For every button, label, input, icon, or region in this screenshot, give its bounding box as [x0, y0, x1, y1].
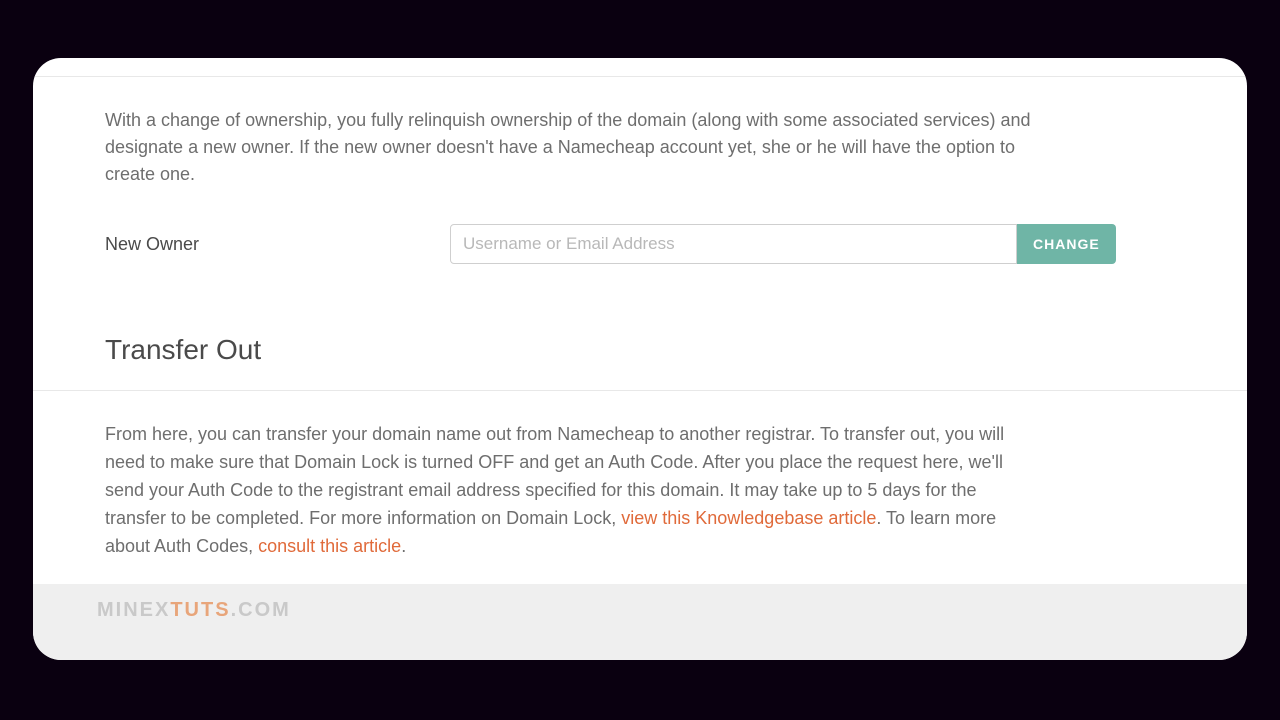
ownership-description: With a change of ownership, you fully re… [33, 77, 1113, 188]
auth-codes-link[interactable]: consult this article [258, 536, 401, 556]
new-owner-label: New Owner [105, 234, 450, 255]
new-owner-input[interactable] [450, 224, 1017, 264]
transfer-out-title: Transfer Out [33, 264, 1247, 366]
transfer-desc-text: . [401, 536, 406, 556]
watermark: MINEXTUTS.COM [97, 599, 291, 622]
settings-card: With a change of ownership, you fully re… [33, 58, 1247, 660]
watermark-part: TUTS [170, 599, 230, 621]
change-button[interactable]: CHANGE [1017, 224, 1116, 264]
content-area: With a change of ownership, you fully re… [33, 76, 1247, 648]
watermark-part: MINEX [97, 599, 170, 621]
watermark-part: .COM [231, 599, 291, 621]
new-owner-input-group: CHANGE [450, 224, 1116, 264]
new-owner-row: New Owner CHANGE [33, 188, 1247, 264]
transfer-out-description: From here, you can transfer your domain … [33, 391, 1113, 560]
knowledgebase-link[interactable]: view this Knowledgebase article [621, 508, 876, 528]
footer-bar [33, 584, 1247, 660]
